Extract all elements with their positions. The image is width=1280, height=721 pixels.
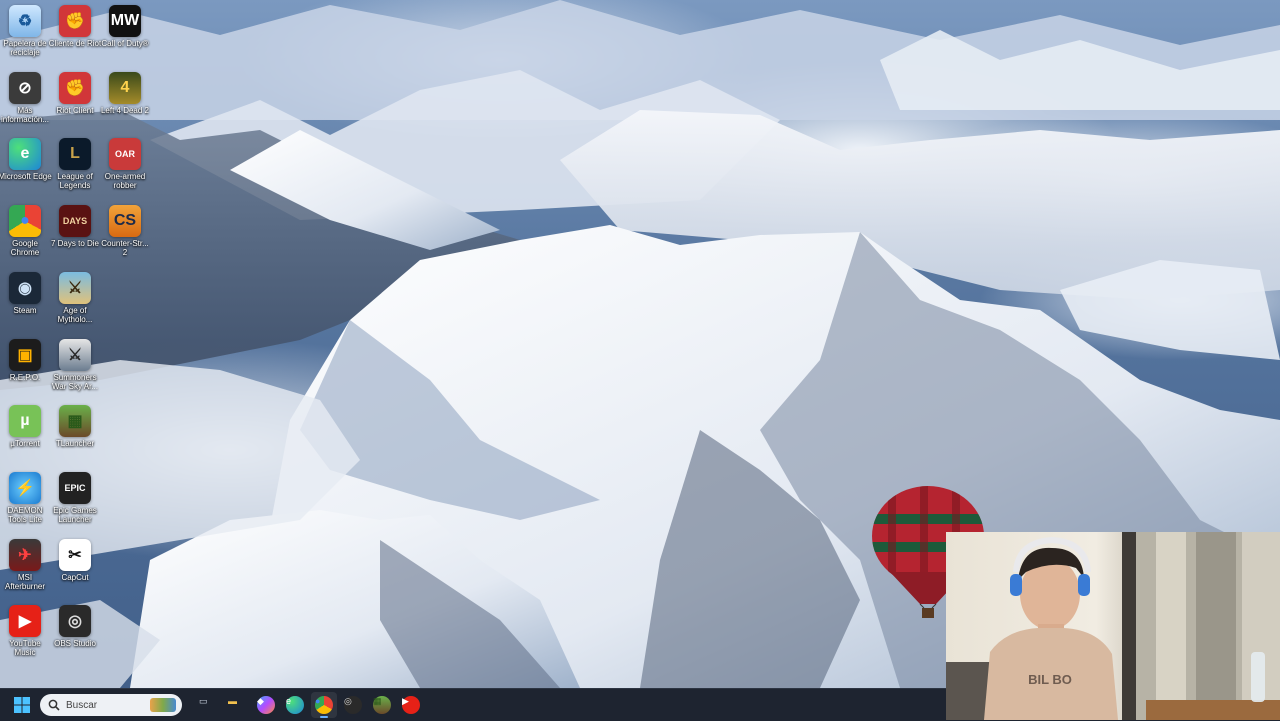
desktop-shortcut[interactable]: ▶ YouTube Music [0,605,52,657]
desktop-shortcut[interactable]: ◉ Steam [0,271,52,315]
chrome-icon: ● [315,696,333,714]
edge-icon: e [9,138,41,171]
shirt-text: BIL BO [1028,672,1072,687]
desktop-shortcut[interactable]: ✊ Cliente de Riot [48,5,102,48]
desktop-shortcut[interactable]: MW Call of Duty® [98,5,152,48]
desktop-shortcut-label: Microsoft Edge [0,172,52,182]
search-placeholder: Buscar [66,699,98,711]
desktop-shortcut[interactable]: ▣ R.E.P.O. [0,338,52,382]
desktop-shortcut[interactable]: ● Google Chrome [0,205,52,257]
left4dead2-icon: 4 [109,71,141,104]
start-button[interactable] [10,693,34,717]
taskbar-app-edge[interactable]: e [282,692,308,718]
summoners-war-icon: ⚔ [59,338,91,371]
desktop-shortcut[interactable]: EPIC Epic Games Launcher [48,471,102,524]
daemon-tools-icon: ⚡ [9,471,41,504]
windows-logo-icon [14,697,30,713]
desktop-shortcut[interactable]: µ µTorrent [0,405,52,448]
desktop-shortcut-label: Papelera de reciclaje [3,39,47,57]
desktop-shortcut[interactable]: e Microsoft Edge [0,138,52,181]
edge-icon: e [286,696,304,714]
info-icon: ⊘ [9,71,41,104]
recycle-bin-icon: ♻ [9,5,41,37]
desktop-shortcut-label: OBS Studio [54,639,96,649]
taskbar-app-chrome[interactable]: ● [311,692,337,718]
youtube-music-icon: ▶ [9,605,41,638]
desktop-shortcut-label: CapCut [61,572,89,582]
desktop-shortcut[interactable]: ✈ MSI Afterburner [0,538,52,591]
desktop-shortcut-label: Steam [13,305,37,315]
desktop-shortcut[interactable]: ✊ Riot Client [48,71,102,115]
desktop-shortcut[interactable]: 4 Left 4 Dead 2 [98,71,152,115]
desktop-shortcut-label: Google Chrome [10,239,40,258]
riot-client-icon: ✊ [59,5,91,37]
seven-days-to-die-icon: DAYS [59,205,91,238]
desktop-shortcut-label: DAEMON Tools Lite [7,505,43,524]
desktop-shortcut-label: Más información... [0,105,50,124]
desktop-shortcut[interactable]: ◎ OBS Studio [48,605,102,648]
webcam-feed: BIL BO [946,532,1280,720]
desktop-shortcut[interactable]: ▦ TLauncher [48,405,102,448]
msi-afterburner-icon: ✈ [9,538,41,571]
desktop-shortcut-label: Riot Client [56,105,94,115]
desktop-shortcut[interactable]: ⚔ Summoners War Sky Ar... [48,338,102,391]
desktop-shortcut-label: Summoners War Sky Ar... [52,372,98,391]
tlauncher-icon: ▦ [373,696,391,714]
desktop-shortcut[interactable]: ♻ Papelera de reciclaje [0,5,52,57]
desktop-shortcut-label: League of Legends [57,172,93,191]
desktop-shortcut[interactable]: ⚡ DAEMON Tools Lite [0,471,52,524]
desktop-shortcut-label: 7 Days to Die [50,239,100,249]
league-of-legends-icon: L [59,138,91,171]
taskbar-app-youtube-music[interactable]: ▶ [398,692,424,718]
desktop-shortcut[interactable]: OAR One-armed robber [98,138,152,190]
desktop-shortcut-label: Age of Mytholo... [57,305,93,324]
copilot-icon: ◆ [257,696,275,714]
search-icon [48,699,60,711]
one-armed-robber-icon: OAR [109,138,141,171]
desktop-shortcut-label: R.E.P.O. [9,372,41,382]
age-of-mythology-icon: ⚔ [59,271,91,304]
desktop-shortcut[interactable]: L League of Legends [48,138,102,190]
task-view-icon: ▭ [199,696,208,706]
utorrent-icon: µ [9,405,41,438]
steam-icon: ◉ [9,271,41,304]
repo-icon: ▣ [9,338,41,371]
search-highlight-icon [150,698,176,712]
chrome-icon: ● [9,205,41,238]
obs-studio-icon: ◎ [59,605,91,638]
taskbar-app-file-explorer[interactable]: ▬ [224,692,250,718]
desktop-shortcut-label: µTorrent [10,439,40,449]
tlauncher-icon: ▦ [59,405,91,438]
taskbar-search-box[interactable]: Buscar [40,694,182,716]
counter-strike-icon: CS [109,205,141,238]
webcam-overlay: BIL BO [946,532,1280,720]
capcut-icon: ✂ [59,538,91,571]
desktop-shortcut[interactable]: CS Counter-Str... 2 [98,205,152,257]
taskbar-app-tlauncher[interactable]: ▦ [369,692,395,718]
taskbar-app-copilot[interactable]: ◆ [253,692,279,718]
riot-client-icon: ✊ [59,71,91,104]
taskbar-app-task-view[interactable]: ▭ [195,692,221,718]
taskbar-pinned-apps: ▭ ▬ ◆ e ● ◎ ▦ ▶ [192,692,424,718]
epic-games-icon: EPIC [59,471,91,504]
desktop-shortcut-label: YouTube Music [9,639,41,658]
desktop-shortcut-label: MSI Afterburner [4,572,46,591]
desktop-shortcut-label: Counter-Str... 2 [101,239,149,258]
desktop-shortcut-label: One-armed robber [104,172,146,191]
desktop-shortcut-label: TLauncher [55,439,95,449]
obs-studio-icon: ◎ [344,696,362,714]
taskbar-app-obs[interactable]: ◎ [340,692,366,718]
youtube-music-icon: ▶ [402,696,420,714]
desktop-shortcut-label: Cliente de Riot [48,39,102,48]
desktop-shortcut-label: Epic Games Launcher [53,505,97,524]
desktop-shortcut-label: Call of Duty® [101,39,149,48]
desktop-shortcut[interactable]: ⚔ Age of Mytholo... [48,271,102,324]
desktop-shortcut-label: Left 4 Dead 2 [100,105,150,115]
folder-icon: ▬ [228,696,237,706]
desktop-shortcut[interactable]: ⊘ Más información... [0,71,52,124]
desktop-shortcut[interactable]: ✂ CapCut [48,538,102,582]
desktop-shortcut[interactable]: DAYS 7 Days to Die [48,205,102,248]
call-of-duty-icon: MW [109,5,141,37]
